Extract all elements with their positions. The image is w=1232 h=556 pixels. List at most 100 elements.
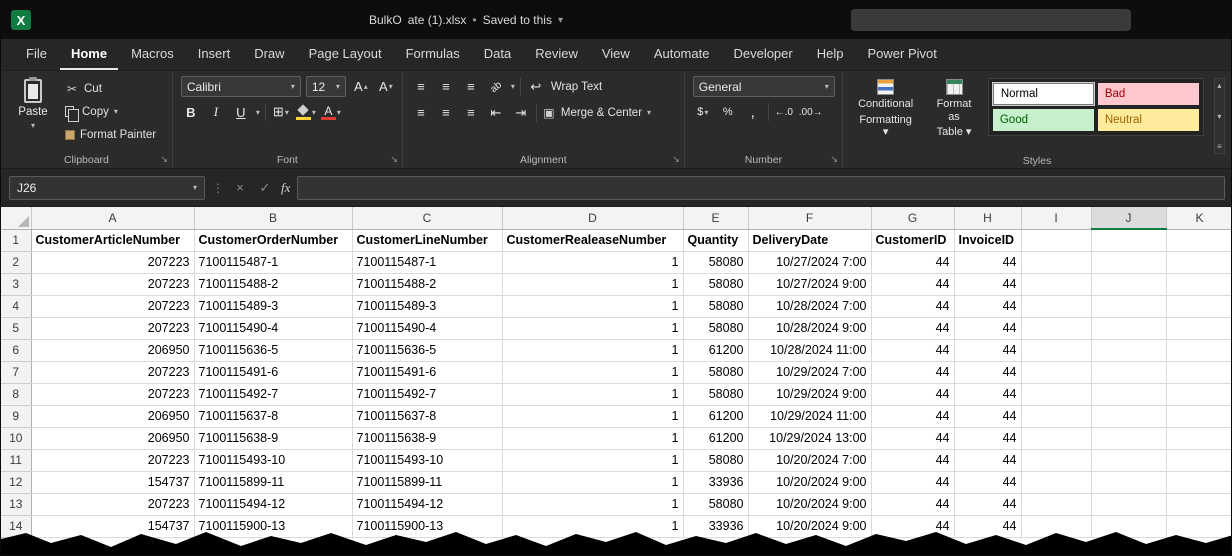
cell-A10[interactable]: 206950 [31,427,194,449]
cell-J12[interactable] [1091,471,1166,493]
menu-tab-insert[interactable]: Insert [187,39,242,70]
cell-D13[interactable]: 1 [502,493,683,515]
cell-H11[interactable]: 44 [954,449,1021,471]
cell-H4[interactable]: 44 [954,295,1021,317]
cell-I14[interactable] [1021,515,1091,537]
cell-D4[interactable]: 1 [502,295,683,317]
cell-J13[interactable] [1091,493,1166,515]
column-header-H[interactable]: H [954,207,1021,229]
search-box[interactable] [851,9,1131,31]
cell-J2[interactable] [1091,251,1166,273]
cell-I11[interactable] [1021,449,1091,471]
dialog-launcher-icon[interactable]: ↘ [672,154,680,165]
cell-F14[interactable]: 10/20/2024 9:00 [748,515,871,537]
column-header-J[interactable]: J [1091,207,1166,229]
cell-K12[interactable] [1166,471,1232,493]
cut-button[interactable]: ✂ Cut [65,78,156,99]
cell-E10[interactable]: 61200 [683,427,748,449]
cell-H10[interactable]: 44 [954,427,1021,449]
cell-J5[interactable] [1091,317,1166,339]
menu-tab-macros[interactable]: Macros [120,39,185,70]
menu-tab-data[interactable]: Data [473,39,522,70]
currency-button[interactable]: $▾ [693,102,713,122]
column-header-I[interactable]: I [1021,207,1091,229]
style-bad[interactable]: Bad [1098,83,1199,105]
cell-J1[interactable] [1091,229,1166,251]
menu-tab-help[interactable]: Help [806,39,855,70]
dialog-launcher-icon[interactable]: ↘ [160,154,168,165]
cell-F4[interactable]: 10/28/2024 7:00 [748,295,871,317]
align-top-button[interactable]: ≡ [411,77,431,97]
cell-F5[interactable]: 10/28/2024 9:00 [748,317,871,339]
cell-K2[interactable] [1166,251,1232,273]
cell-G13[interactable]: 44 [871,493,954,515]
cell-A1[interactable]: CustomerArticleNumber [31,229,194,251]
menu-tab-home[interactable]: Home [60,39,118,70]
cell-F3[interactable]: 10/27/2024 9:00 [748,273,871,295]
cell-E4[interactable]: 58080 [683,295,748,317]
cell-I13[interactable] [1021,493,1091,515]
row-header-3[interactable]: 3 [1,273,31,295]
cell-E9[interactable]: 61200 [683,405,748,427]
cell-E3[interactable]: 58080 [683,273,748,295]
font-size-combo[interactable]: 12 ▾ [306,76,346,97]
cell-I3[interactable] [1021,273,1091,295]
drag-handle-icon[interactable]: ⋮ [212,181,224,195]
increase-decimal-button[interactable]: ←.0 [774,102,794,122]
fill-color-button[interactable]: ▾ [296,102,316,122]
percent-button[interactable]: % [718,102,738,122]
cell-H7[interactable]: 44 [954,361,1021,383]
cell-G4[interactable]: 44 [871,295,954,317]
cell-G5[interactable]: 44 [871,317,954,339]
menu-tab-power-pivot[interactable]: Power Pivot [856,39,947,70]
cell-K5[interactable] [1166,317,1232,339]
menu-tab-view[interactable]: View [591,39,641,70]
cell-C8[interactable]: 7100115492-7 [352,383,502,405]
cell-C10[interactable]: 7100115638-9 [352,427,502,449]
gallery-up-icon[interactable]: ▴ [1217,81,1221,90]
underline-button[interactable]: U [231,102,251,122]
style-good[interactable]: Good [993,109,1094,131]
align-center-button[interactable]: ≡ [436,103,456,123]
cell-A12[interactable]: 154737 [31,471,194,493]
cell-H13[interactable]: 44 [954,493,1021,515]
row-header-14[interactable]: 14 [1,515,31,537]
cell-J3[interactable] [1091,273,1166,295]
formula-input[interactable] [297,176,1225,200]
cell-E5[interactable]: 58080 [683,317,748,339]
cancel-button[interactable]: × [231,180,249,195]
cell-I5[interactable] [1021,317,1091,339]
cell-E7[interactable]: 58080 [683,361,748,383]
cell-H5[interactable]: 44 [954,317,1021,339]
cell-B1[interactable]: CustomerOrderNumber [194,229,352,251]
cell-K3[interactable] [1166,273,1232,295]
row-header-13[interactable]: 13 [1,493,31,515]
cell-C7[interactable]: 7100115491-6 [352,361,502,383]
cell-J14[interactable] [1091,515,1166,537]
paste-button[interactable]: Paste ▾ [9,76,57,151]
gallery-scroll[interactable]: ▴ ▾ ≡ [1214,78,1225,154]
row-header-9[interactable]: 9 [1,405,31,427]
cell-F11[interactable]: 10/20/2024 7:00 [748,449,871,471]
cell-I10[interactable] [1021,427,1091,449]
cell-I1[interactable] [1021,229,1091,251]
cell-C14[interactable]: 7100115900-13 [352,515,502,537]
borders-button[interactable]: ⊞▾ [271,102,291,122]
cell-B8[interactable]: 7100115492-7 [194,383,352,405]
row-header-7[interactable]: 7 [1,361,31,383]
menu-tab-developer[interactable]: Developer [722,39,803,70]
cell-F8[interactable]: 10/29/2024 9:00 [748,383,871,405]
cell-J4[interactable] [1091,295,1166,317]
cell-D8[interactable]: 1 [502,383,683,405]
cell-B10[interactable]: 7100115638-9 [194,427,352,449]
cell-H8[interactable]: 44 [954,383,1021,405]
cell-C9[interactable]: 7100115637-8 [352,405,502,427]
cell-E14[interactable]: 33936 [683,515,748,537]
cell-A2[interactable]: 207223 [31,251,194,273]
cell-G2[interactable]: 44 [871,251,954,273]
cell-K7[interactable] [1166,361,1232,383]
conditional-formatting-button[interactable]: Conditional Formatting ▾ [851,76,920,154]
cell-K8[interactable] [1166,383,1232,405]
cell-H14[interactable]: 44 [954,515,1021,537]
cell-C13[interactable]: 7100115494-12 [352,493,502,515]
